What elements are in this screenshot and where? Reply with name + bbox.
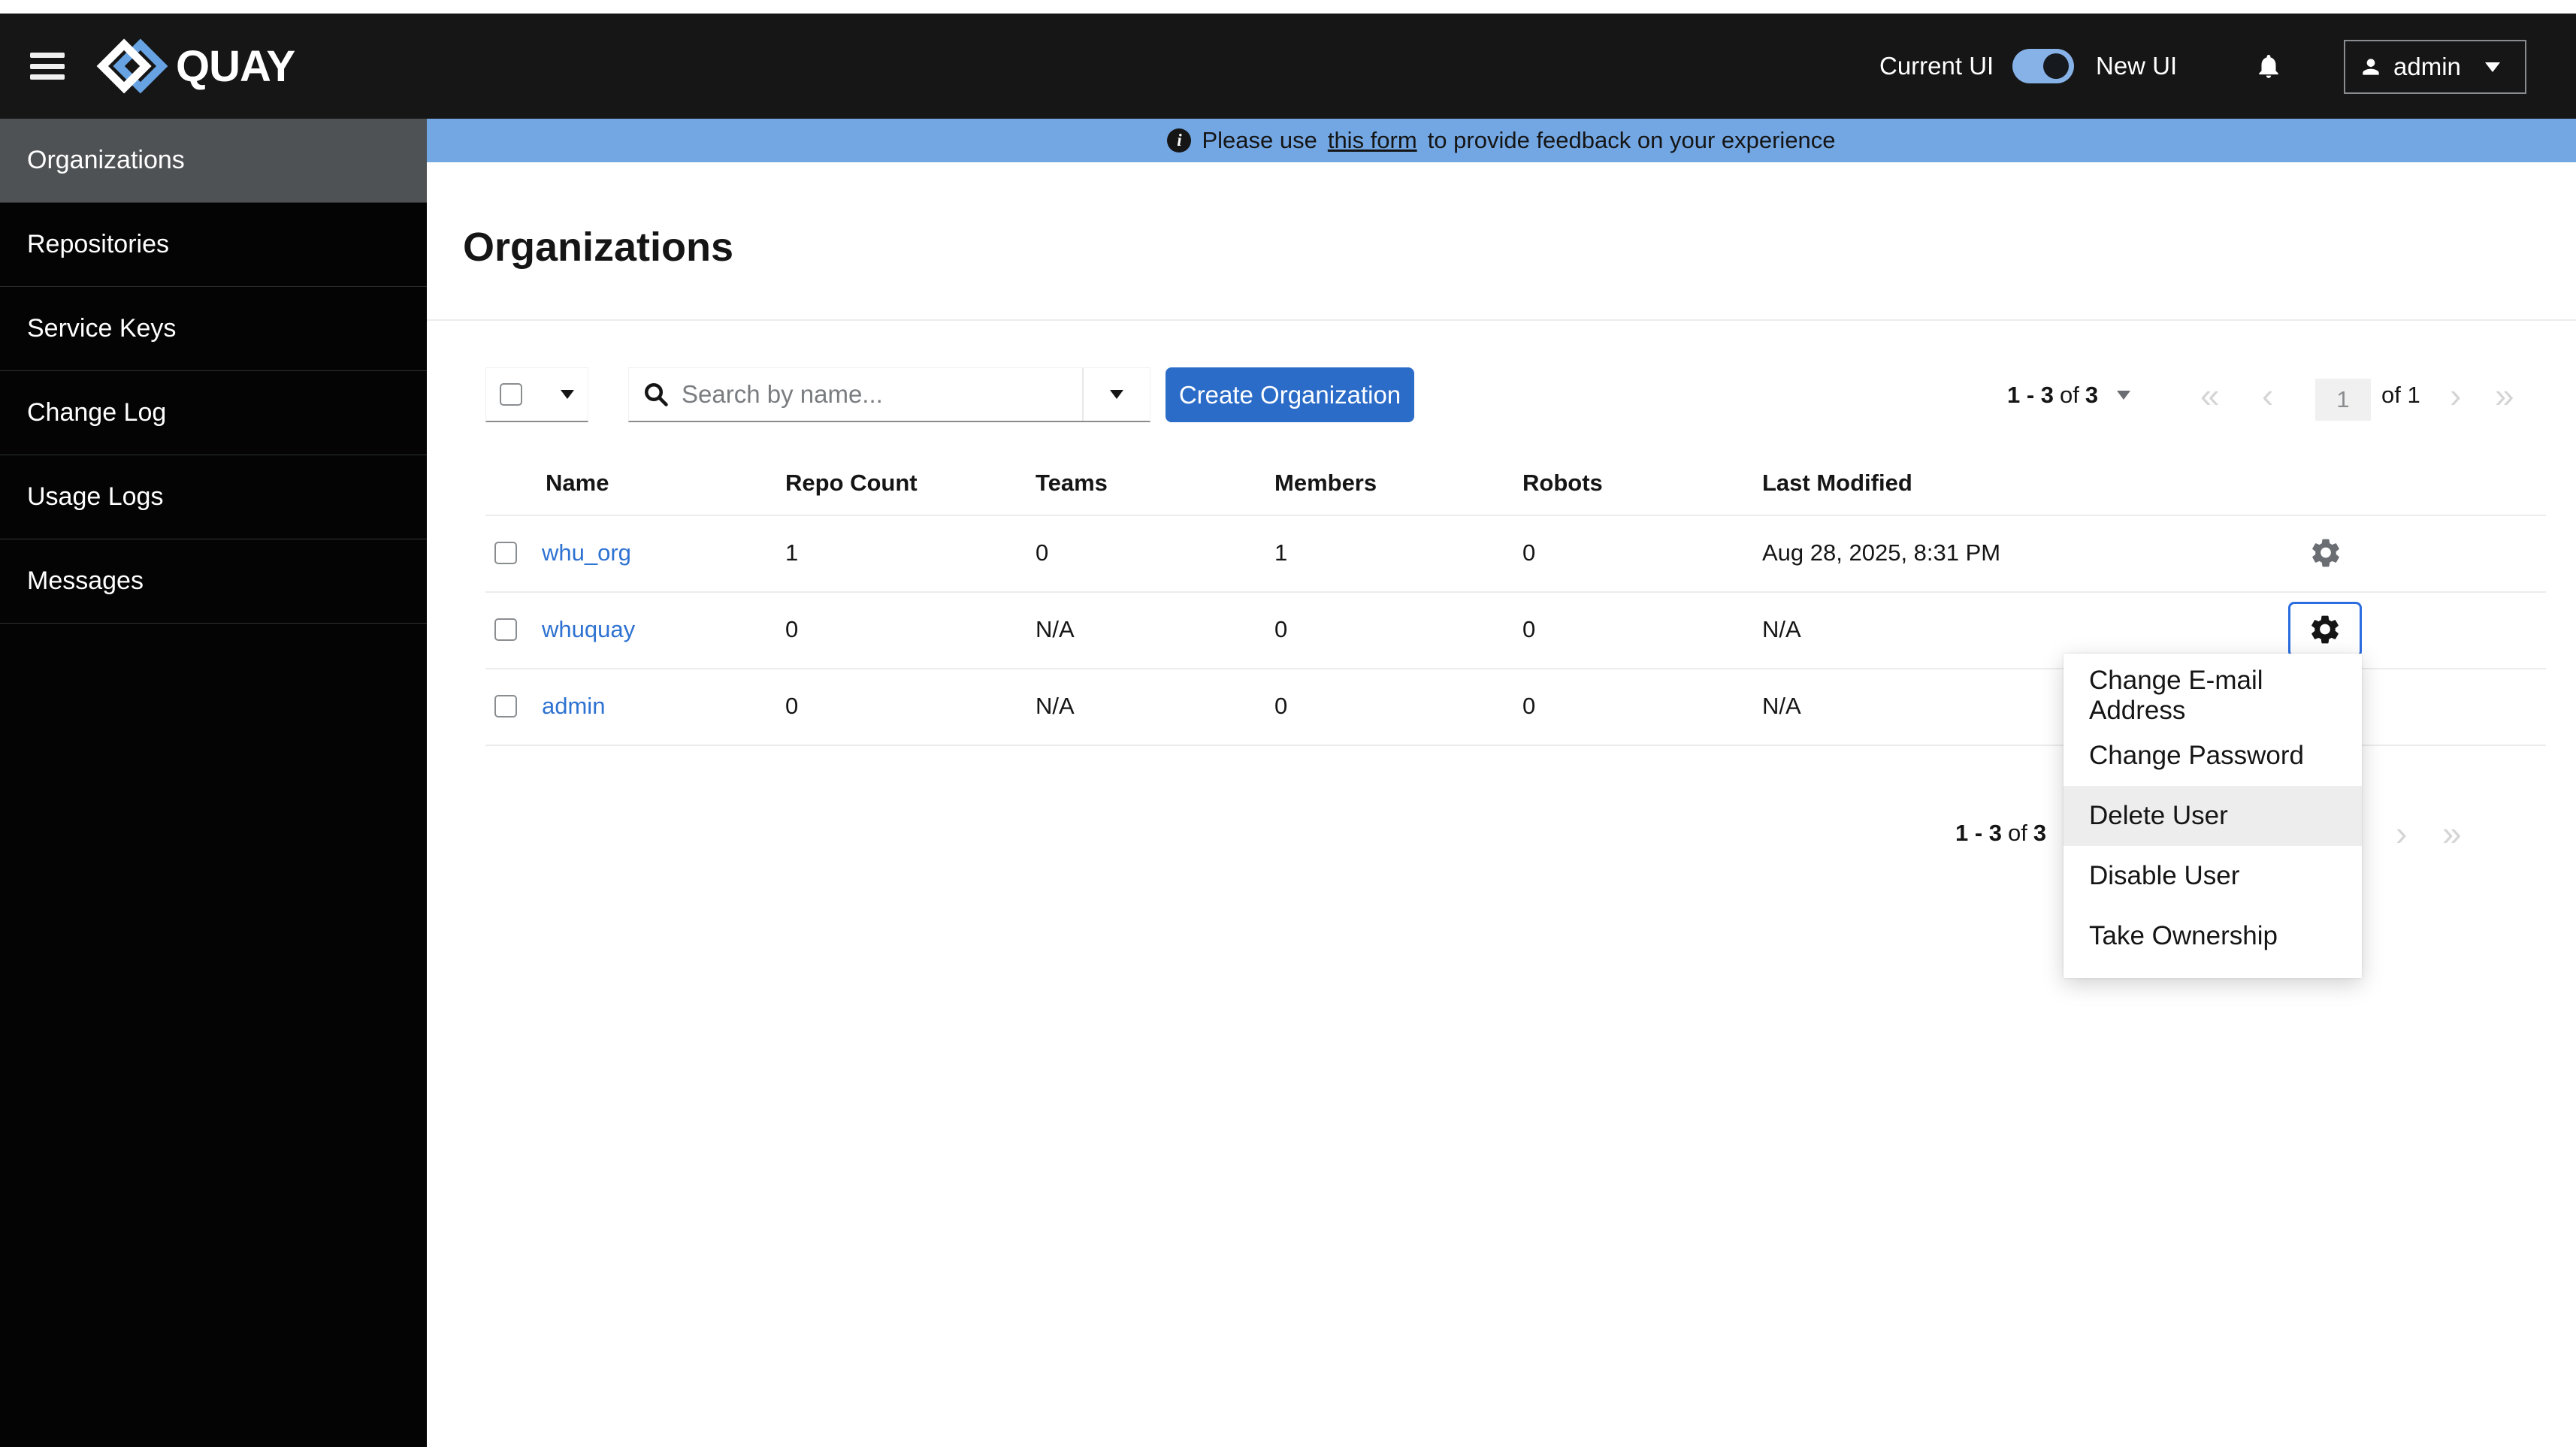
menu-item-change-email[interactable]: Change E-mail Address (2064, 666, 2362, 726)
search-options-caret[interactable] (1084, 390, 1150, 399)
org-link[interactable]: whu_org (542, 539, 631, 566)
cell-last-modified: N/A (1762, 693, 1801, 719)
bulk-select-dropdown[interactable] (485, 367, 588, 422)
create-organization-button[interactable]: Create Organization (1166, 367, 1414, 422)
ui-version-toggle[interactable] (2012, 49, 2074, 83)
pagination-top-page-input[interactable]: 1 (2315, 379, 2371, 421)
user-menu-button[interactable]: admin (2344, 40, 2526, 94)
pagination-bottom-range: 1 - 3 of 3 (1955, 819, 2047, 846)
cell-repo-count: 0 (785, 693, 799, 719)
user-menu-caret-icon (2484, 62, 2500, 72)
column-header-members: Members (1274, 469, 1377, 496)
cell-robots: 0 (1522, 693, 1536, 719)
column-header-teams: Teams (1036, 469, 1108, 496)
bulk-select-checkbox[interactable] (500, 383, 522, 406)
gear-icon (2311, 615, 2339, 644)
hamburger-menu-icon[interactable] (30, 53, 65, 80)
quay-logo[interactable]: QUAY (96, 36, 295, 96)
cell-robots: 0 (1522, 539, 1536, 566)
row-settings-gear-button-focused[interactable] (2288, 602, 2362, 657)
page-title: Organizations (463, 225, 734, 270)
sidebar-item-service-keys[interactable]: Service Keys (0, 287, 427, 371)
column-header-repo-count: Repo Count (785, 469, 918, 496)
search-input[interactable] (680, 379, 1082, 409)
feedback-banner: i Please use this form to provide feedba… (427, 119, 2576, 162)
info-icon: i (1167, 128, 1192, 153)
toggle-knob (2043, 53, 2069, 79)
menu-item-change-password[interactable]: Change Password (2064, 726, 2362, 786)
bulk-select-caret-icon (561, 390, 574, 399)
new-ui-label: New UI (2096, 52, 2178, 80)
search-icon (645, 383, 668, 406)
pagination-bottom-last-button[interactable]: » (2442, 805, 2462, 860)
org-link[interactable]: whuquay (542, 616, 635, 643)
column-header-last-modified: Last Modified (1762, 469, 1912, 496)
table-header-row: Name Repo Count Teams Members Robots Las… (485, 451, 2546, 516)
username-label: admin (2393, 53, 2461, 80)
sidebar-item-change-log[interactable]: Change Log (0, 371, 427, 455)
cell-members: 0 (1274, 693, 1288, 719)
main-content: Organizations Create Organization 1 - 3 … (427, 162, 2576, 1447)
search-box (628, 367, 1150, 422)
cell-teams: 0 (1036, 539, 1049, 566)
menu-item-disable-user[interactable]: Disable User (2064, 846, 2362, 906)
sidebar-item-messages[interactable]: Messages (0, 539, 427, 624)
banner-text-suffix: to provide feedback on your experience (1427, 127, 1836, 153)
row-settings-gear-icon[interactable] (2309, 536, 2342, 569)
sidebar-item-organizations[interactable]: Organizations (0, 119, 427, 203)
banner-text-prefix: Please use (1202, 127, 1317, 153)
pagination-top-next-button[interactable]: › (2450, 367, 2461, 422)
row-checkbox[interactable] (494, 695, 517, 717)
cell-teams: N/A (1036, 693, 1075, 719)
cell-members: 1 (1274, 539, 1288, 566)
cell-teams: N/A (1036, 616, 1075, 642)
sidebar-item-usage-logs[interactable]: Usage Logs (0, 455, 427, 539)
table-row: whu_org 1 0 1 0 Aug 28, 2025, 8:31 PM (485, 515, 2546, 593)
cell-repo-count: 1 (785, 539, 799, 566)
menu-item-delete-user[interactable]: Delete User (2064, 786, 2362, 846)
current-ui-label: Current UI (1879, 52, 1994, 80)
pagination-bottom-next-button[interactable]: › (2396, 805, 2407, 860)
cell-repo-count: 0 (785, 616, 799, 642)
column-header-name: Name (546, 469, 609, 496)
notification-bell-icon[interactable] (2254, 50, 2283, 82)
quay-logo-mark-icon (96, 36, 168, 96)
column-header-robots: Robots (1522, 469, 1603, 496)
cell-last-modified: Aug 28, 2025, 8:31 PM (1762, 539, 2001, 566)
banner-feedback-link[interactable]: this form (1328, 127, 1417, 154)
pagination-top-prev-button[interactable]: ‹ (2262, 367, 2273, 422)
quay-app: QUAY Current UI New UI admin Organizatio… (0, 0, 2576, 1447)
pagination-top-last-button[interactable]: » (2495, 367, 2514, 422)
sidebar-item-repositories[interactable]: Repositories (0, 203, 427, 287)
cell-members: 0 (1274, 616, 1288, 642)
menu-item-take-ownership[interactable]: Take Ownership (2064, 906, 2362, 966)
window-top-strip (0, 0, 2576, 14)
quay-logo-text: QUAY (176, 41, 295, 91)
cell-last-modified: N/A (1762, 616, 1801, 642)
cell-robots: 0 (1522, 616, 1536, 642)
row-checkbox[interactable] (494, 542, 517, 564)
app-header: QUAY Current UI New UI admin (0, 14, 2576, 119)
pagination-top-first-button[interactable]: « (2200, 367, 2220, 422)
pagination-top-per-page-caret[interactable] (2117, 367, 2130, 422)
pagination-top-range: 1 - 3 of 3 (2007, 381, 2099, 408)
user-actions-menu: Change E-mail Address Change Password De… (2064, 654, 2362, 978)
org-link[interactable]: admin (542, 693, 605, 720)
sidebar-nav: Organizations Repositories Service Keys … (0, 119, 427, 1447)
user-avatar-icon (2359, 55, 2383, 79)
title-divider (427, 319, 2576, 321)
pagination-top-page-of-label: of 1 (2381, 381, 2420, 408)
row-checkbox[interactable] (494, 618, 517, 641)
